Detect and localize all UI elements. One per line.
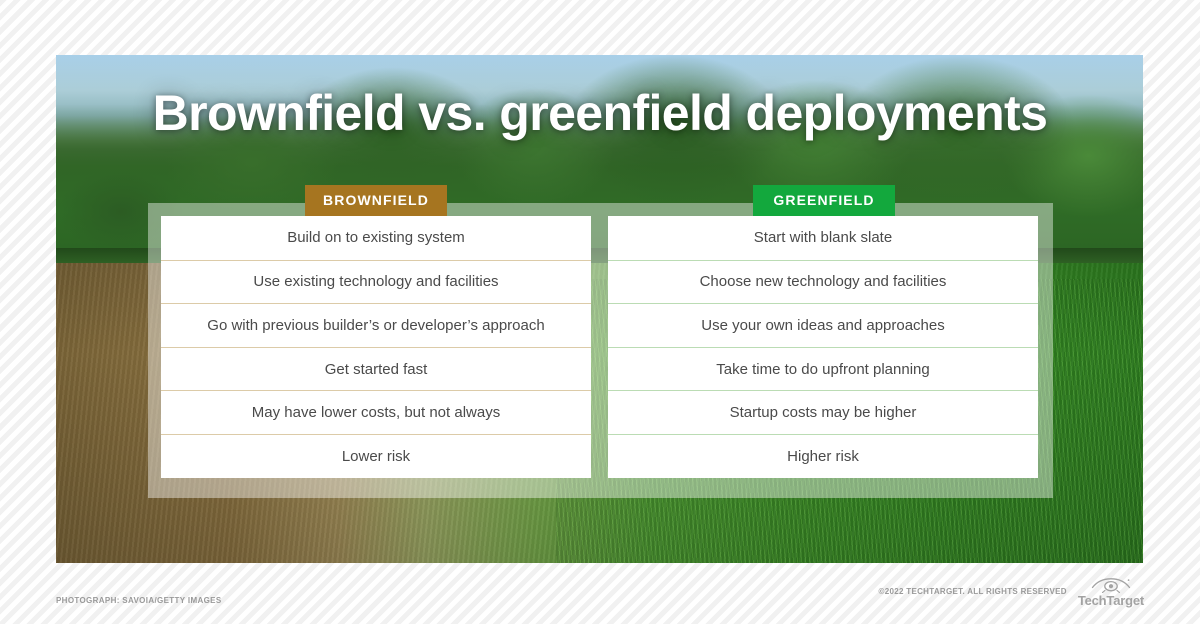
techtarget-logo: TechTarget [1078, 578, 1144, 607]
comparison-column-greenfield: Start with blank slate Choose new techno… [608, 216, 1038, 478]
table-row: Higher risk [608, 433, 1038, 478]
table-row: Get started fast [161, 346, 591, 391]
techtarget-wordmark: TechTarget [1077, 593, 1144, 608]
column-header-greenfield: GREENFIELD [753, 185, 895, 216]
table-row: Use existing technology and facilities [161, 259, 591, 304]
footer-brand-group: ©2022 TECHTARGET. ALL RIGHTS RESERVED Te… [879, 578, 1144, 607]
table-row: Use your own ideas and approaches [608, 303, 1038, 347]
table-row: Choose new technology and facilities [608, 259, 1038, 304]
photo-credit: PHOTOGRAPH: SAVOIA/GETTY IMAGES [56, 596, 222, 605]
table-row: Build on to existing system [287, 229, 465, 247]
table-row: May have lower costs, but not always [161, 390, 591, 434]
column-header-brownfield: BROWNFIELD [305, 185, 447, 216]
table-row: Lower risk [161, 433, 591, 478]
comparison-column-brownfield: Build on to existing system Use existing… [161, 216, 591, 478]
table-row: Startup costs may be higher [608, 390, 1038, 434]
copyright-notice: ©2022 TECHTARGET. ALL RIGHTS RESERVED [878, 587, 1067, 596]
table-row: Go with previous builder’s or developer’… [161, 303, 591, 347]
table-row: Start with blank slate [753, 229, 893, 247]
page-title: Brownfield vs. greenfield deployments [152, 85, 1048, 141]
table-row: Take time to do upfront planning [608, 346, 1038, 391]
eye-icon [1091, 578, 1131, 593]
